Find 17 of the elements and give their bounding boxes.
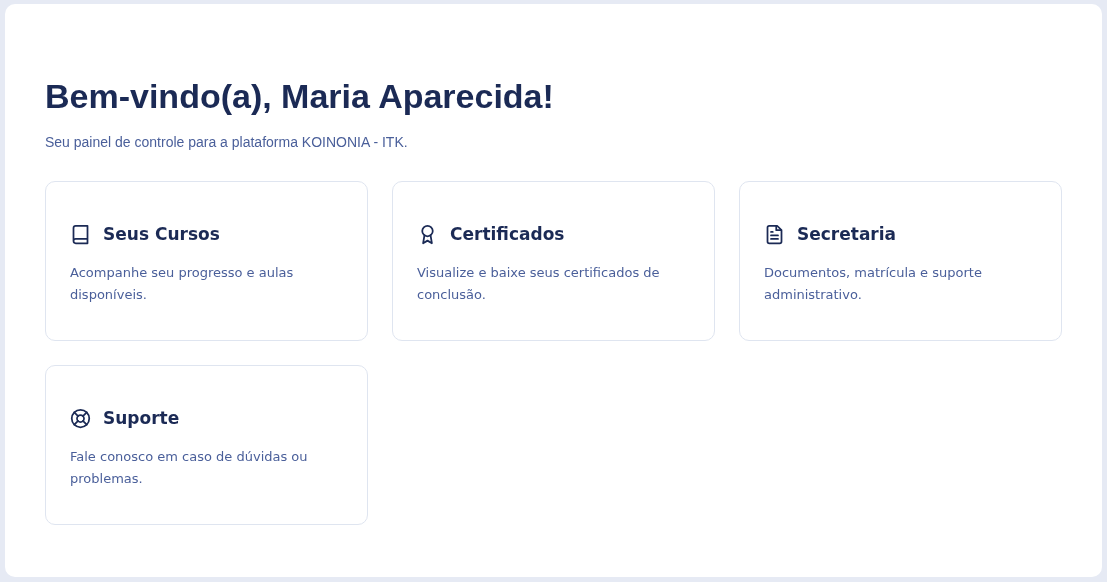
card-title: Seus Cursos xyxy=(103,224,220,244)
card-title: Secretaria xyxy=(797,224,897,244)
feature-card[interactable]: Certificados Visualize e baixe seus certificados de conclusão. xyxy=(392,181,715,341)
card-description: Acompanhe seu progresso e aulas disponíveis. xyxy=(70,264,295,304)
document-icon xyxy=(764,223,785,245)
welcome-heading: Bem-vindo(a), Maria Aparecida! xyxy=(45,76,555,117)
card-description: Fale conosco em caso de dúvidas ou problemas. xyxy=(70,448,309,488)
card-description: Documentos, matrícula e suporte administrativo. xyxy=(764,264,983,304)
card-description: Visualize e baixe seus certificados de conclusão. xyxy=(417,264,661,304)
card-title: Certificados xyxy=(450,224,565,244)
subtitle: Seu painel de controle para a plataforma KOINONIA - ITK. xyxy=(45,133,409,152)
card-title: Suporte xyxy=(103,408,180,428)
book-icon xyxy=(70,223,91,245)
feature-card[interactable]: Secretaria Documentos, matrícula e suporte administrativo. xyxy=(739,181,1062,341)
feature-card[interactable]: Suporte Fale conosco em caso de dúvidas ou problemas. xyxy=(45,365,368,525)
lifebuoy-icon xyxy=(70,407,91,429)
feature-card[interactable]: Seus Cursos Acompanhe seu progresso e aulas disponíveis. xyxy=(45,181,368,341)
